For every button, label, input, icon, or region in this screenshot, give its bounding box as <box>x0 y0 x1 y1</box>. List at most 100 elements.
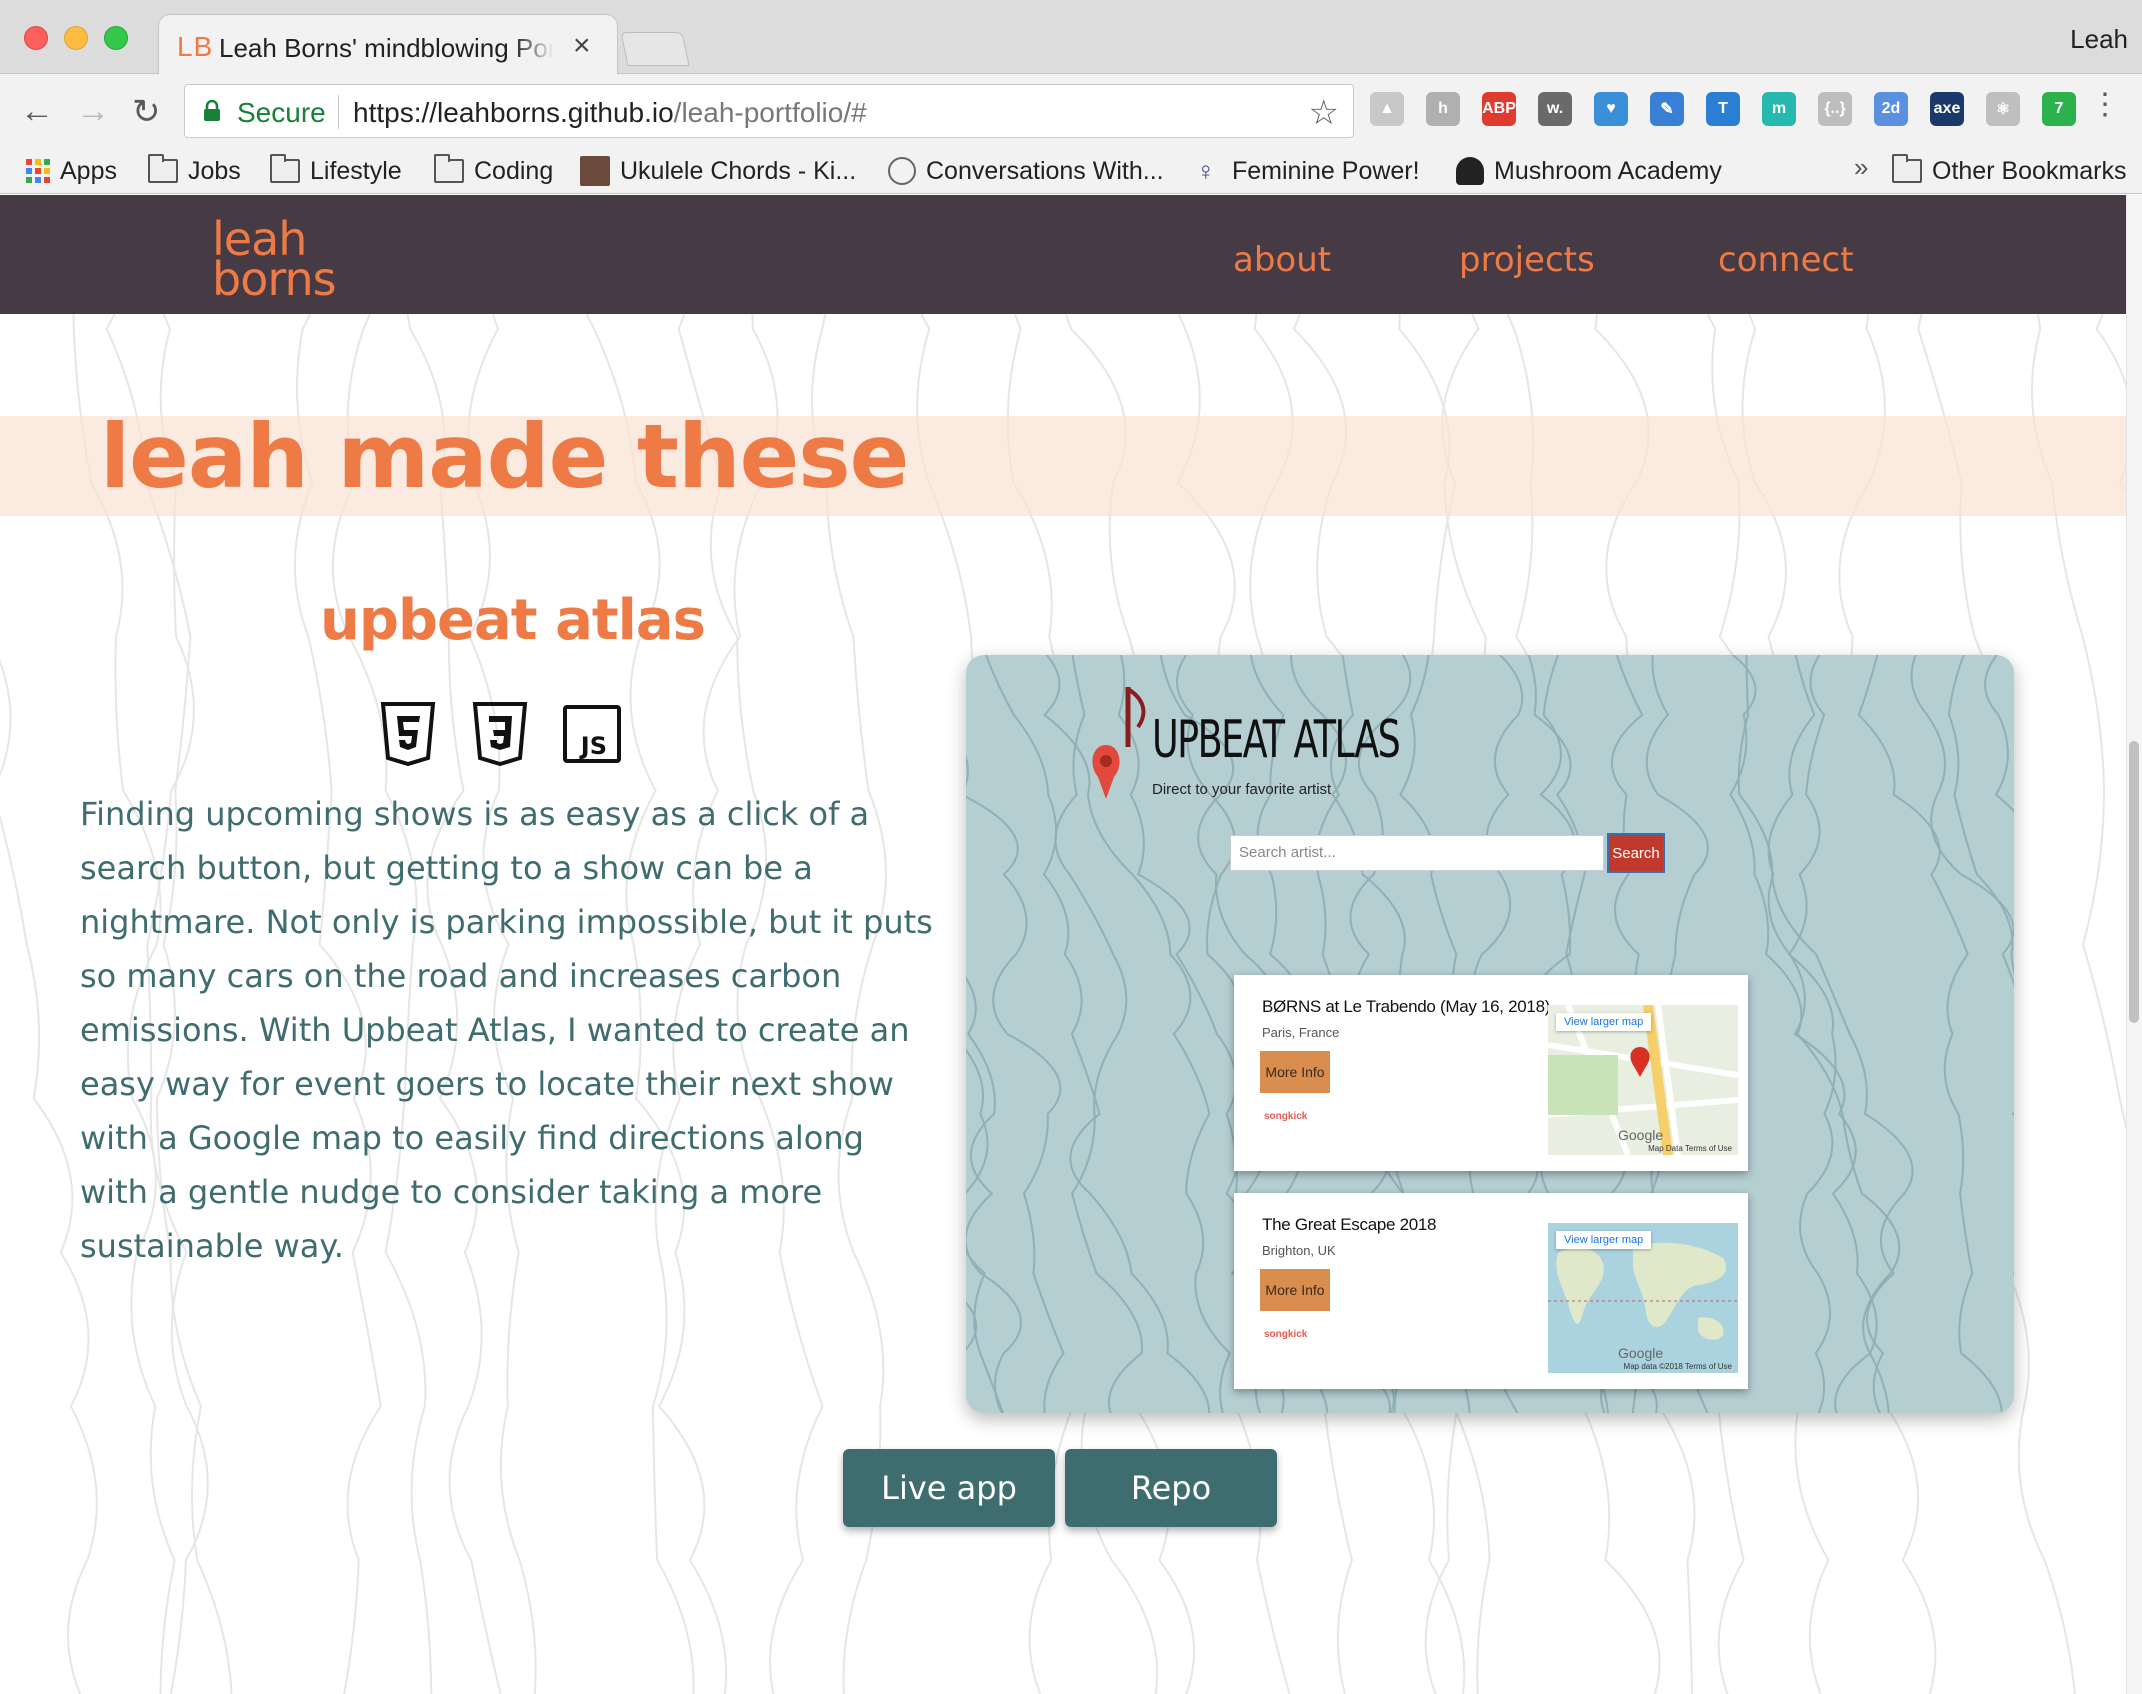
more-bookmarks-chevron-icon[interactable]: » <box>1854 152 1868 183</box>
menu-icon[interactable]: ⋮ <box>2090 90 2120 120</box>
site-logo[interactable]: leah borns <box>212 216 337 306</box>
folder-icon <box>1892 154 1922 183</box>
tech-stack: JS <box>378 702 622 766</box>
json-icon[interactable]: {..} <box>1818 92 1852 126</box>
logo-line-2: borns <box>212 252 337 306</box>
songkick-logo: songkick <box>1264 1111 1308 1122</box>
nav-link-about[interactable]: about <box>1233 240 1331 280</box>
bookmark-label: Ukulele Chords - Ki... <box>620 156 857 185</box>
extension-icons: ▲ h ABP w. ♥ ✎ Tm {..} 2d axe ⚛ 7 <box>1370 92 2076 126</box>
bookmark-mushroom-academy[interactable]: Mushroom Academy <box>1456 152 1722 190</box>
profile-name[interactable]: Leah <box>2070 24 2128 55</box>
m-icon[interactable]: m <box>1762 92 1796 126</box>
omnibox-divider <box>338 95 339 129</box>
preview-search-input: Search artist... <box>1230 835 1604 871</box>
folder-icon <box>270 154 300 183</box>
bookmark-conversations[interactable]: Conversations With... <box>888 152 1164 190</box>
google-logo: Google <box>1618 1127 1664 1143</box>
project-description: Finding upcoming shows is as easy as a c… <box>80 795 933 1265</box>
more-info-button: More Info <box>1260 1051 1330 1093</box>
event-map: View larger map Google Map data ©2018 Te… <box>1548 1223 1738 1373</box>
bookmark-other[interactable]: Other Bookmarks <box>1892 152 2127 190</box>
site-header: leah borns about projects connect <box>0 195 2126 314</box>
t-icon[interactable]: T <box>1706 92 1740 126</box>
bookmark-label: Other Bookmarks <box>1932 156 2127 185</box>
view-larger-map-link: View larger map <box>1556 1231 1652 1249</box>
bookmark-ukulele[interactable]: Ukulele Chords - Ki... <box>580 152 856 190</box>
bookmark-folder-coding[interactable]: Coding <box>434 152 553 190</box>
event-title: BØRNS at Le Trabendo (May 16, 2018) <box>1262 997 1551 1016</box>
maximize-window-button[interactable] <box>104 26 128 50</box>
bookmark-apps[interactable]: Apps <box>26 152 117 190</box>
axe-icon[interactable]: axe <box>1930 92 1964 126</box>
lock-icon <box>204 100 220 121</box>
browser-tab[interactable]: LB Leah Borns' mindblowing Portfolio × <box>158 14 618 75</box>
minimize-window-button[interactable] <box>64 26 88 50</box>
apps-icon <box>26 159 50 183</box>
bookmark-folder-lifestyle[interactable]: Lifestyle <box>270 152 402 190</box>
live-app-button[interactable]: Live app <box>843 1449 1055 1527</box>
bookmark-label: Mushroom Academy <box>1494 156 1722 185</box>
repo-button[interactable]: Repo <box>1065 1449 1277 1527</box>
wordtune-icon[interactable]: w. <box>1538 92 1572 126</box>
badge-icon[interactable]: 7 <box>2042 92 2076 126</box>
contour-line <box>966 976 1022 1413</box>
close-window-button[interactable] <box>24 26 48 50</box>
javascript-icon: JS <box>563 705 621 763</box>
section-heading: leah made these <box>100 405 909 508</box>
back-icon[interactable]: ← <box>20 92 54 131</box>
nav-link-projects[interactable]: projects <box>1459 240 1595 280</box>
map-data-label: Map Data Terms of Use <box>1648 1144 1732 1153</box>
forward-icon[interactable]: → <box>76 92 110 131</box>
bookmark-label: Apps <box>60 156 117 185</box>
view-larger-map-link: View larger map <box>1556 1013 1652 1031</box>
preview-tagline: Direct to your favorite artist <box>1152 781 1332 798</box>
url-host: https://leahborns.github.io <box>353 97 674 128</box>
google-logo: Google <box>1618 1345 1664 1361</box>
bookmark-folder-jobs[interactable]: Jobs <box>148 152 241 190</box>
contour-line <box>1947 655 2014 976</box>
nav-link-connect[interactable]: connect <box>1718 240 1854 280</box>
url-path: /leah-portfolio/# <box>673 97 867 128</box>
event-location: Paris, France <box>1262 1025 1340 1040</box>
bookmark-label: Jobs <box>188 156 241 185</box>
scrollbar-thumb[interactable] <box>2129 741 2139 1023</box>
preview-event-card: BØRNS at Le Trabendo (May 16, 2018) Pari… <box>1234 975 1748 1171</box>
adblock-icon[interactable]: ABP <box>1482 92 1516 126</box>
pocket-icon[interactable]: ♥ <box>1594 92 1628 126</box>
close-tab-icon[interactable]: × <box>573 29 591 63</box>
favicon-icon: LB <box>177 31 214 62</box>
eyedropper-icon[interactable]: ✎ <box>1650 92 1684 126</box>
folder-icon <box>434 154 464 183</box>
more-info-button: More Info <box>1260 1269 1330 1311</box>
project-preview-image: UPBEAT ATLAS Direct to your favorite art… <box>966 655 2014 1413</box>
address-bar[interactable]: Secure https://leahborns.github.io/leah-… <box>184 84 1354 138</box>
bookmark-label: Coding <box>474 156 554 185</box>
calendar-icon[interactable]: 2d <box>1874 92 1908 126</box>
event-map: View larger map Google Map Data Terms of… <box>1548 1005 1738 1155</box>
url-text[interactable]: https://leahborns.github.io/leah-portfol… <box>353 97 867 129</box>
contour-line <box>1857 655 2003 1413</box>
new-tab-button[interactable] <box>620 32 690 66</box>
preview-search-button: Search <box>1607 833 1665 873</box>
drive-icon[interactable]: ▲ <box>1370 92 1404 126</box>
bookmark-label: Feminine Power! <box>1232 156 1420 185</box>
bookmark-star-icon[interactable]: ☆ <box>1309 93 1339 133</box>
scrollbar[interactable] <box>2126 195 2142 1694</box>
contour-line <box>966 754 1065 1413</box>
reload-icon[interactable]: ↻ <box>132 92 161 132</box>
music-pin-icon <box>1092 687 1146 799</box>
react-icon[interactable]: ⚛ <box>1986 92 2020 126</box>
tab-bar: LB Leah Borns' mindblowing Portfolio × L… <box>0 0 2142 75</box>
mushroom-icon <box>1456 157 1484 185</box>
secure-label: Secure <box>237 97 326 128</box>
preview-search-placeholder: Search artist... <box>1239 844 1336 861</box>
contour-line <box>1767 655 1878 1413</box>
folder-icon <box>148 154 178 183</box>
bookmark-label: Lifestyle <box>310 156 402 185</box>
html5-icon <box>380 702 436 766</box>
hypothesis-icon[interactable]: h <box>1426 92 1460 126</box>
contour-line <box>1984 655 2014 813</box>
bookmark-feminine-power[interactable]: ♀ Feminine Power! <box>1196 152 1420 190</box>
preview-event-card: The Great Escape 2018 Brighton, UK More … <box>1234 1193 1748 1389</box>
